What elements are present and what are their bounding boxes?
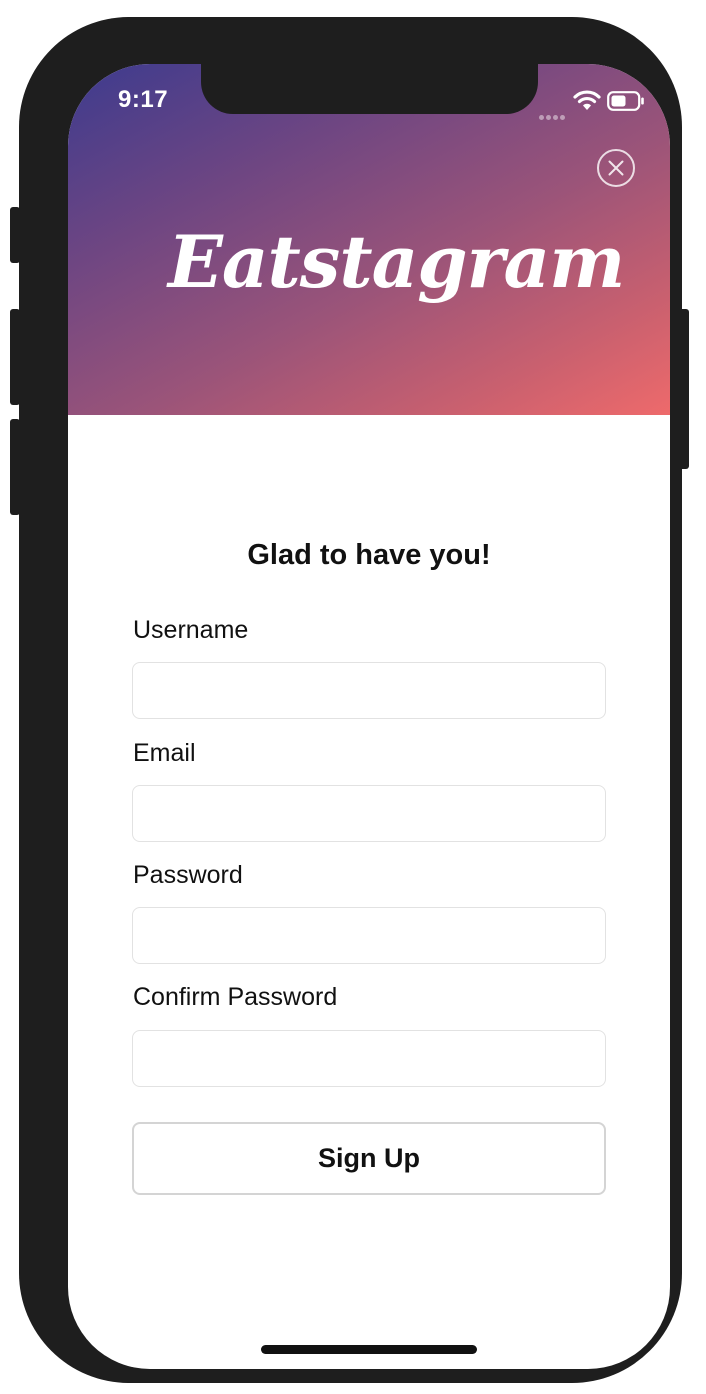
confirm-password-label: Confirm Password [133, 983, 338, 1011]
email-input[interactable] [132, 785, 606, 842]
page-heading: Glad to have you! [247, 539, 491, 571]
email-label: Email [133, 739, 196, 767]
sign-up-button[interactable]: Sign Up [132, 1122, 606, 1195]
status-time: 9:17 [118, 86, 169, 113]
close-button[interactable] [597, 149, 635, 187]
username-label: Username [133, 616, 249, 644]
header-banner: 9:17 Eatstagram [68, 64, 670, 415]
notch [201, 64, 538, 114]
battery-icon [607, 91, 644, 111]
cellular-signal-icon [539, 105, 567, 120]
mute-switch [10, 207, 20, 263]
volume-up-button [10, 309, 20, 405]
app-logo: Eatstagram [168, 199, 625, 324]
phone-frame: 9:17 Eatstagram Glad to have you! Userna… [10, 17, 689, 1383]
close-icon [608, 160, 624, 176]
password-input[interactable] [132, 907, 606, 964]
screen: 9:17 Eatstagram Glad to have you! Userna… [68, 64, 670, 1369]
wifi-icon [573, 90, 601, 110]
username-input[interactable] [132, 662, 606, 719]
app-logo-text: Eatstagram [168, 219, 625, 304]
confirm-password-input[interactable] [132, 1030, 606, 1087]
power-button [679, 309, 689, 469]
password-label: Password [133, 861, 243, 889]
home-indicator[interactable] [261, 1345, 477, 1354]
volume-down-button [10, 419, 20, 515]
